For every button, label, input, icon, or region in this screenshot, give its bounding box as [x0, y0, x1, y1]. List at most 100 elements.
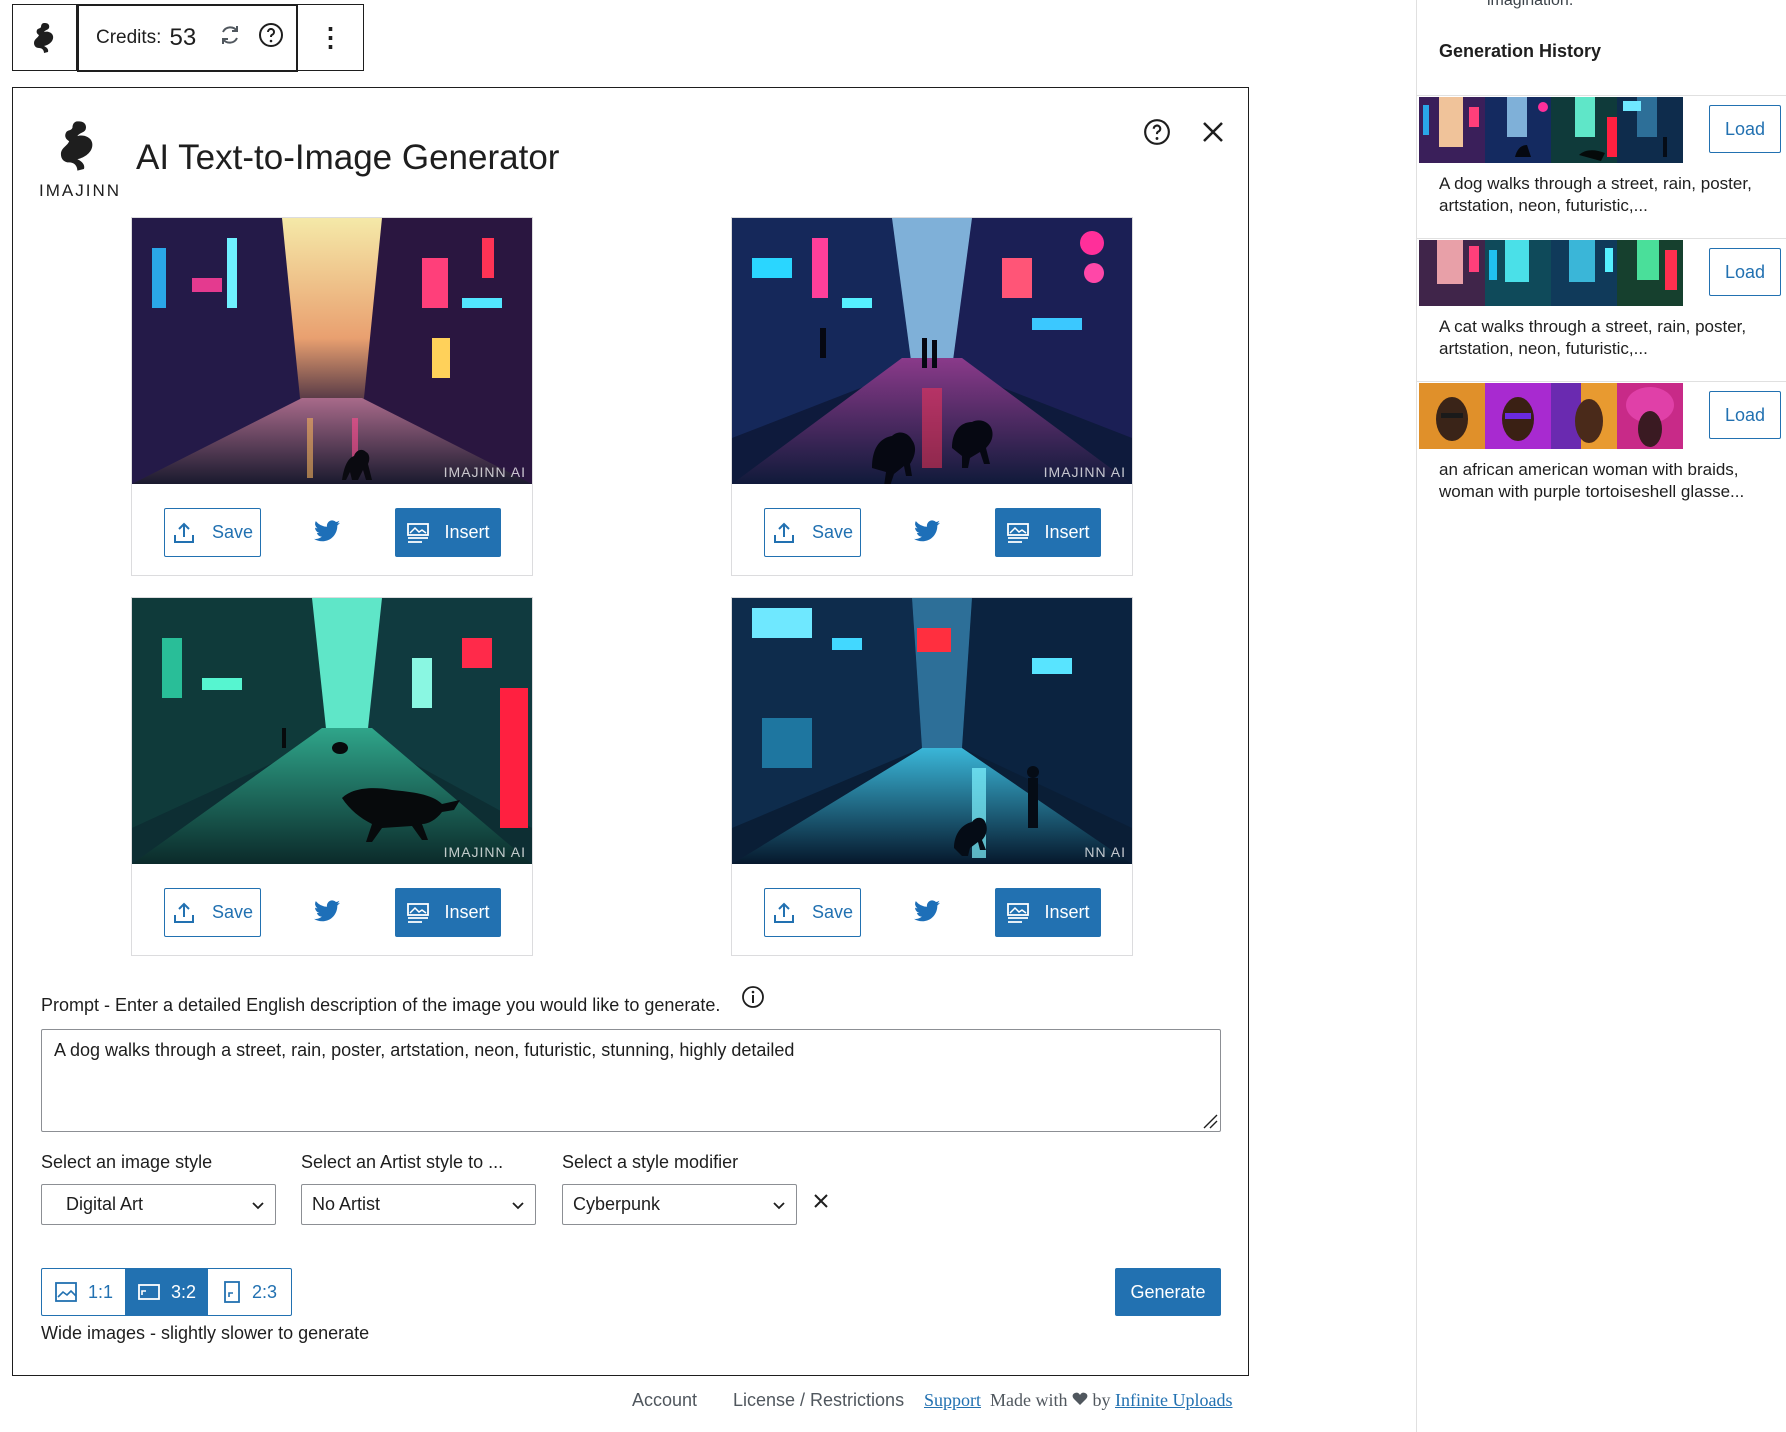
refresh-icon[interactable] [218, 23, 242, 53]
prompt-info-button[interactable] [741, 985, 765, 1014]
insert-button[interactable]: Insert [995, 508, 1101, 557]
save-button[interactable]: Save [764, 888, 861, 937]
artist-style-label: Select an Artist style to ... [301, 1152, 504, 1172]
image-card: IMAJINN AI Save Insert [131, 217, 533, 576]
style-modifier-select[interactable]: Cyberpunk [562, 1184, 797, 1225]
imajinn-logo-icon [33, 22, 53, 53]
sidebar-title: Generation History [1439, 41, 1602, 61]
twitter-icon [914, 520, 940, 542]
generation-history-sidebar: imagination. Generation History Load A d… [1416, 0, 1786, 1432]
help-icon[interactable] [258, 22, 284, 54]
heart-icon [1072, 1392, 1088, 1405]
made-with-text: Made with [990, 1390, 1068, 1410]
generate-button[interactable]: Generate [1115, 1268, 1221, 1316]
twitter-icon [314, 520, 340, 542]
ratio-2-3-button[interactable]: 2:3 [208, 1269, 291, 1315]
history-thumbnails[interactable] [1419, 97, 1683, 163]
insert-image-icon [407, 522, 430, 543]
upload-icon [773, 902, 794, 923]
generated-image[interactable]: IMAJINN AI [132, 598, 532, 864]
aspect-ratio-toggle: 1:1 3:2 2:3 [41, 1268, 292, 1316]
insert-button[interactable]: Insert [395, 888, 501, 937]
modal-help-button[interactable] [1143, 118, 1171, 151]
imajinn-logo-icon [60, 121, 93, 171]
chevron-down-icon [252, 1201, 264, 1209]
twitter-share-button[interactable] [314, 900, 340, 927]
credits-label: Credits: [96, 26, 162, 48]
save-button[interactable]: Save [764, 508, 861, 557]
footer-support-link[interactable]: Support [924, 1390, 981, 1410]
image-card: IMAJINN AI Save Insert [131, 597, 533, 956]
help-icon [1144, 119, 1170, 145]
artist-style-select[interactable]: No Artist [301, 1184, 536, 1225]
close-icon [1203, 122, 1223, 142]
style-modifier-value: Cyberpunk [573, 1194, 661, 1214]
modal-close-button[interactable] [1199, 118, 1227, 151]
image-card: IMAJINN AI Save Insert [731, 217, 1133, 576]
image-card: NN AI Save Insert [731, 597, 1133, 956]
ratio-1-1-button[interactable]: 1:1 [42, 1269, 125, 1315]
prompt-textarea[interactable]: A dog walks through a street, rain, post… [41, 1029, 1221, 1132]
image-style-select[interactable]: Digital Art [41, 1184, 276, 1225]
history-thumbnails[interactable] [1419, 383, 1683, 449]
twitter-share-button[interactable] [914, 520, 940, 547]
history-thumbnails[interactable] [1419, 240, 1683, 306]
generated-image[interactable]: NN AI [732, 598, 1132, 864]
image-style-value: Digital Art [66, 1194, 144, 1214]
load-button[interactable]: Load [1709, 248, 1781, 296]
watermark: IMAJINN AI [1043, 464, 1126, 480]
insert-label: Insert [1044, 522, 1090, 542]
chevron-down-icon [512, 1201, 524, 1209]
twitter-icon [314, 900, 340, 922]
insert-image-icon [407, 902, 430, 923]
image-style-label: Select an image style [41, 1152, 213, 1172]
insert-image-icon [1007, 522, 1030, 543]
tall-image-icon [224, 1281, 240, 1303]
footer-infinite-uploads-link[interactable]: Infinite Uploads [1115, 1390, 1232, 1410]
prompt-label: Prompt - Enter a detailed English descri… [41, 995, 721, 1015]
footer-license-link[interactable]: License / Restrictions [733, 1390, 904, 1411]
info-icon [742, 986, 764, 1008]
ratio-label: 1:1 [87, 1281, 114, 1302]
by-text: by [1092, 1390, 1111, 1410]
history-item: Load an african american woman with brai… [1417, 381, 1786, 524]
history-item: Load A dog walks through a street, rain,… [1417, 95, 1786, 238]
resize-handle-icon[interactable] [1202, 1113, 1218, 1129]
save-label: Save [811, 902, 854, 922]
save-button[interactable]: Save [164, 888, 261, 937]
save-label: Save [811, 522, 854, 542]
upload-icon [173, 522, 194, 543]
style-modifier-label: Select a style modifier [562, 1152, 739, 1172]
clear-modifier-button[interactable] [812, 1192, 830, 1215]
ratio-note: Wide images - slightly slower to generat… [41, 1323, 370, 1343]
generated-image[interactable]: IMAJINN AI [732, 218, 1132, 484]
insert-button[interactable]: Insert [995, 888, 1101, 937]
upload-icon [773, 522, 794, 543]
watermark: NN AI [1084, 844, 1126, 860]
more-options-button[interactable]: ⋮ [298, 5, 363, 70]
load-button[interactable]: Load [1709, 105, 1781, 153]
kebab-menu-icon: ⋮ [317, 22, 344, 52]
credits-value: 53 [169, 23, 197, 51]
load-button[interactable]: Load [1709, 391, 1781, 439]
footer-account-link[interactable]: Account [632, 1390, 697, 1411]
twitter-share-button[interactable] [914, 900, 940, 927]
watermark: IMAJINN AI [443, 844, 526, 860]
history-item: Load A cat walks through a street, rain,… [1417, 238, 1786, 381]
insert-button[interactable]: Insert [395, 508, 501, 557]
ratio-3-2-button[interactable]: 3:2 [125, 1269, 208, 1315]
insert-label: Insert [1044, 902, 1090, 922]
square-image-icon [55, 1282, 77, 1302]
generated-image[interactable]: IMAJINN AI [132, 218, 532, 484]
artist-style-value: No Artist [312, 1194, 381, 1214]
brand-name: IMAJINN [39, 181, 121, 200]
save-button[interactable]: Save [164, 508, 261, 557]
footer-credits: Support Made with by Infinite Uploads [924, 1390, 1232, 1411]
history-prompt-text: A cat walks through a street, rain, post… [1439, 317, 1747, 358]
twitter-share-button[interactable] [314, 520, 340, 547]
insert-image-icon [1007, 902, 1030, 923]
save-label: Save [211, 902, 254, 922]
imajinn-block-button[interactable] [13, 5, 77, 70]
prompt-text: A dog walks through a street, rain, post… [54, 1040, 795, 1060]
history-prompt-text: A dog walks through a street, rain, post… [1439, 174, 1752, 215]
